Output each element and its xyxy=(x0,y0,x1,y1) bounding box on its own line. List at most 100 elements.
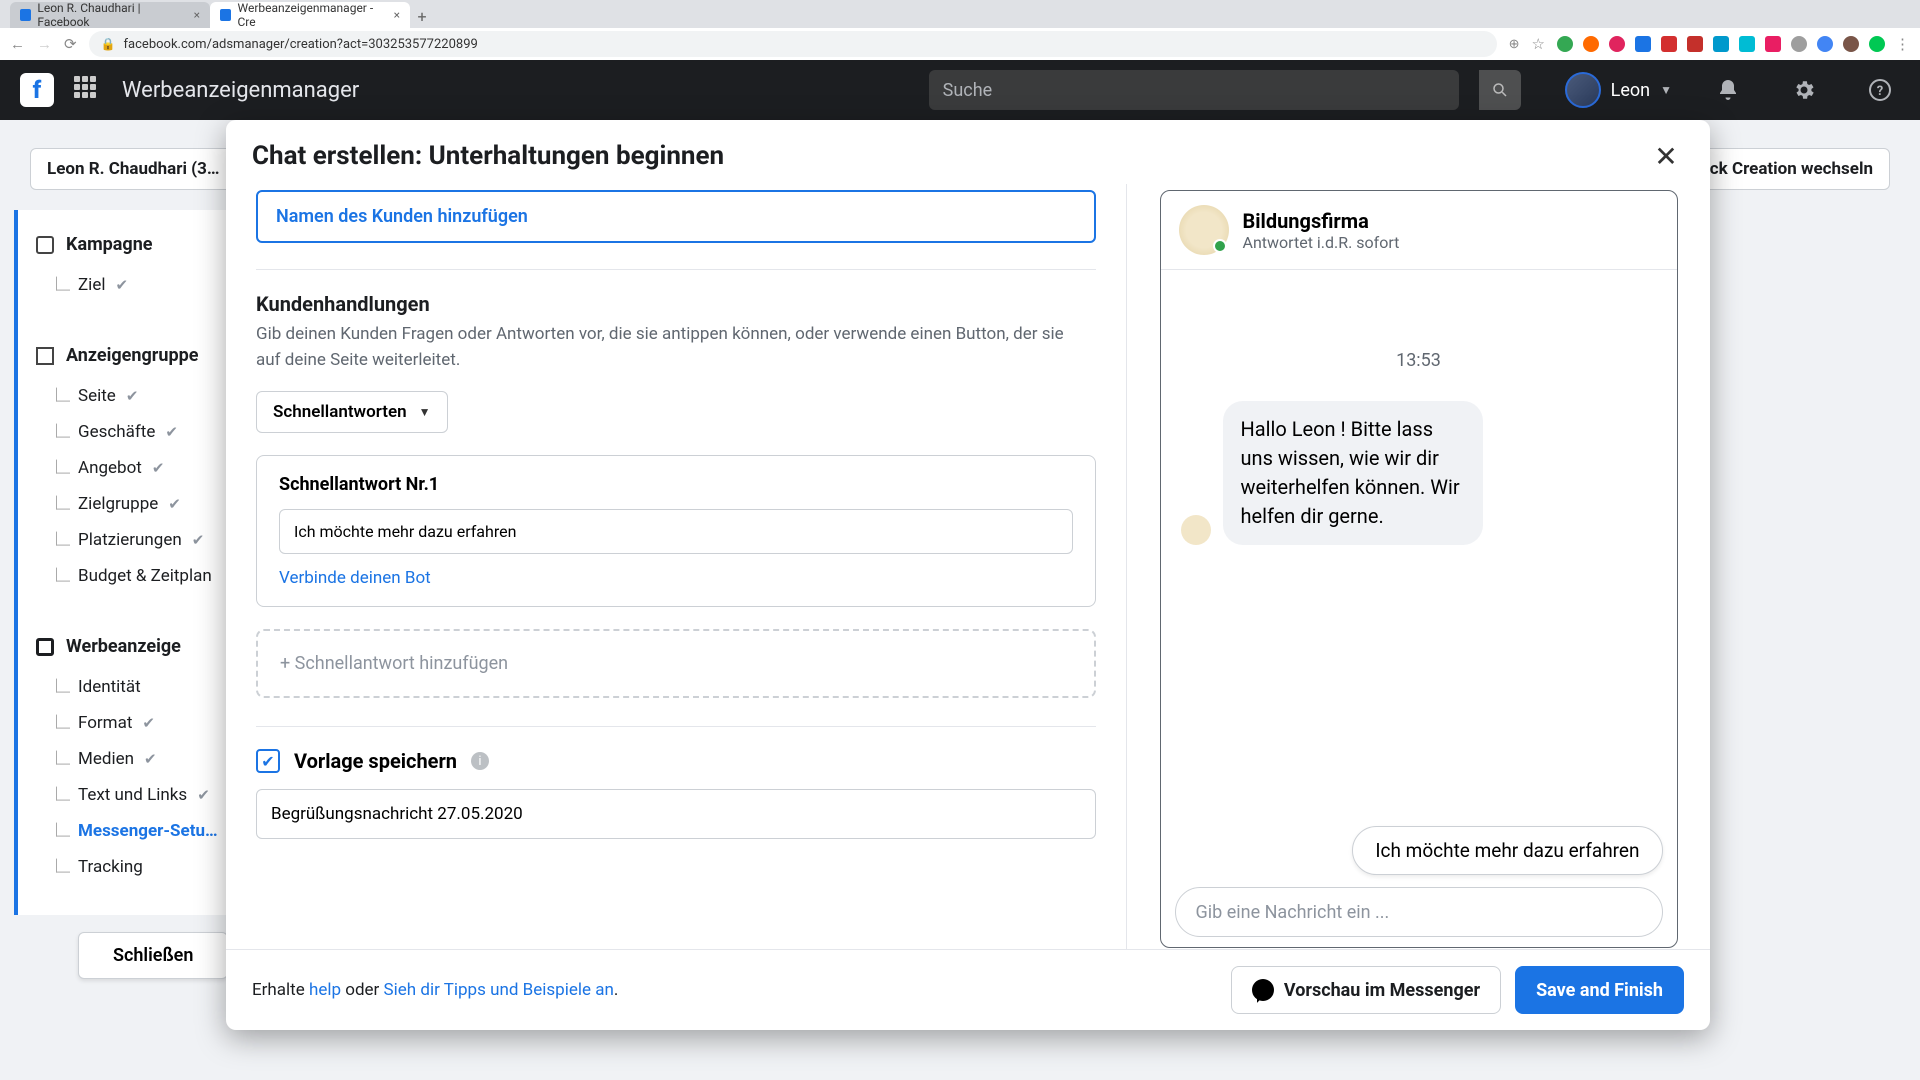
nav-label: Medien xyxy=(78,749,134,769)
switch-creation-button[interactable]: …ck Creation wechseln xyxy=(1680,148,1890,190)
extension-icon[interactable] xyxy=(1661,36,1677,52)
help-link[interactable]: help xyxy=(309,980,341,1000)
help-suffix: . xyxy=(614,980,618,1000)
user-name: Leon xyxy=(1611,80,1650,101)
connect-bot-link[interactable]: Verbinde deinen Bot xyxy=(279,568,1073,588)
tips-link[interactable]: Sieh dir Tipps und Beispiele an xyxy=(384,980,614,1000)
timestamp: 13:53 xyxy=(1181,350,1657,371)
preview-panel: Bildungsfirma Antwortet i.d.R. sofort 13… xyxy=(1126,184,1710,949)
help-mid: oder xyxy=(341,980,384,1000)
extension-icon[interactable] xyxy=(1843,36,1859,52)
extension-icon[interactable] xyxy=(1557,36,1573,52)
close-button[interactable]: Schließen xyxy=(78,932,228,979)
tab-bar: Leon R. Chaudhari | Facebook × Werbeanze… xyxy=(0,0,1920,28)
url-input[interactable]: 🔒 facebook.com/adsmanager/creation?act=3… xyxy=(89,31,1497,57)
modal-footer: Erhalte help oder Sieh dir Tipps und Bei… xyxy=(226,949,1710,1030)
user-menu[interactable]: Leon ▼ xyxy=(1565,72,1672,108)
extension-icon[interactable] xyxy=(1635,36,1651,52)
new-tab-button[interactable]: + xyxy=(410,4,434,28)
online-dot-icon xyxy=(1213,239,1227,253)
settings-icon[interactable] xyxy=(1784,70,1824,110)
add-customer-name-label: Namen des Kunden hinzufügen xyxy=(276,206,528,227)
back-icon[interactable]: ← xyxy=(10,35,25,53)
preview-messenger-button[interactable]: Vorschau im Messenger xyxy=(1231,966,1501,1014)
browser-tab-0[interactable]: Leon R. Chaudhari | Facebook × xyxy=(10,2,210,28)
browser-chrome: Leon R. Chaudhari | Facebook × Werbeanze… xyxy=(0,0,1920,60)
address-bar: ← → ⟳ 🔒 facebook.com/adsmanager/creation… xyxy=(0,28,1920,60)
compose-input[interactable]: Gib eine Nachricht ein ... xyxy=(1175,887,1663,937)
star-icon[interactable]: ☆ xyxy=(1532,35,1545,53)
tab-title: Leon R. Chaudhari | Facebook xyxy=(37,1,187,29)
browser-tab-1[interactable]: Werbeanzeigenmanager - Cre × xyxy=(210,2,410,28)
nav-label: Geschäfte xyxy=(78,422,155,442)
extension-icon[interactable] xyxy=(1609,36,1625,52)
save-and-finish-button[interactable]: Save and Finish xyxy=(1515,966,1684,1014)
forward-icon[interactable]: → xyxy=(37,35,52,53)
close-icon[interactable]: ✕ xyxy=(1648,138,1684,174)
search-icon[interactable] xyxy=(1479,70,1521,110)
extension-icon[interactable] xyxy=(1583,36,1599,52)
template-name-input[interactable] xyxy=(256,789,1096,839)
preview-body: 13:53 Hallo Leon ! Bitte lass uns wissen… xyxy=(1161,270,1677,947)
messenger-preview: Bildungsfirma Antwortet i.d.R. sofort 13… xyxy=(1160,190,1678,948)
add-quick-reply-label: + Schnellantwort hinzufügen xyxy=(280,653,508,674)
reload-icon[interactable]: ⟳ xyxy=(64,35,77,53)
close-icon[interactable]: × xyxy=(194,8,200,22)
extension-icon[interactable] xyxy=(1687,36,1703,52)
check-icon: ✔ xyxy=(115,276,128,294)
facebook-logo-icon[interactable]: f xyxy=(20,73,54,107)
dropdown-label: Schnellantworten xyxy=(273,402,407,422)
help-icon[interactable]: ? xyxy=(1860,70,1900,110)
save-template-checkbox[interactable]: ✔ xyxy=(256,749,280,773)
adset-icon xyxy=(36,347,54,365)
nav-label: Tracking xyxy=(78,857,143,877)
add-quick-reply-button[interactable]: + Schnellantwort hinzufügen xyxy=(256,629,1096,698)
check-icon: ✔ xyxy=(126,387,139,405)
extension-icon[interactable] xyxy=(1869,36,1885,52)
nav-label: Angebot xyxy=(78,458,142,478)
extension-icon[interactable] xyxy=(1817,36,1833,52)
modal-header: Chat erstellen: Unterhaltungen beginnen … xyxy=(226,120,1710,184)
preview-header: Bildungsfirma Antwortet i.d.R. sofort xyxy=(1161,191,1677,270)
check-icon: ✔ xyxy=(168,495,181,513)
nav-label: Text und Links xyxy=(78,785,187,805)
quick-reply-input[interactable] xyxy=(279,509,1073,554)
search-input[interactable]: Suche xyxy=(929,70,1459,110)
extension-icon[interactable] xyxy=(1713,36,1729,52)
brand-subtitle: Antwortet i.d.R. sofort xyxy=(1243,233,1400,252)
add-customer-name-button[interactable]: Namen des Kunden hinzufügen xyxy=(256,190,1096,243)
notifications-icon[interactable] xyxy=(1708,70,1748,110)
app-title: Werbeanzeigenmanager xyxy=(122,78,359,103)
messenger-icon xyxy=(1252,979,1274,1001)
save-template-label: Vorlage speichern xyxy=(294,749,457,773)
menu-icon[interactable]: ⋮ xyxy=(1895,35,1910,53)
ad-icon xyxy=(36,638,54,656)
zoom-icon[interactable]: ⊕ xyxy=(1509,37,1520,52)
extension-icon[interactable] xyxy=(1765,36,1781,52)
avatar xyxy=(1565,72,1601,108)
apps-grid-icon[interactable] xyxy=(74,76,102,104)
quick-reply-chip[interactable]: Ich möchte mehr dazu erfahren xyxy=(1352,826,1662,875)
brand-avatar xyxy=(1179,205,1229,255)
extension-icon[interactable] xyxy=(1791,36,1807,52)
url-text: facebook.com/adsmanager/creation?act=303… xyxy=(124,37,478,52)
nav-title: Kampagne xyxy=(66,234,153,255)
close-icon[interactable]: × xyxy=(394,8,400,22)
nav-title: Werbeanzeige xyxy=(66,636,181,657)
divider xyxy=(256,269,1096,270)
extension-icons: ⋮ xyxy=(1557,35,1910,53)
nav-title: Anzeigengruppe xyxy=(66,345,198,366)
info-icon[interactable]: i xyxy=(471,752,489,770)
chevron-down-icon: ▼ xyxy=(419,405,431,419)
reply-type-dropdown[interactable]: Schnellantworten ▼ xyxy=(256,391,448,433)
close-label: Schließen xyxy=(113,945,193,966)
extension-icon[interactable] xyxy=(1739,36,1755,52)
save-btn-label: Save and Finish xyxy=(1536,980,1663,1001)
preview-btn-label: Vorschau im Messenger xyxy=(1284,980,1480,1001)
nav-label: Ziel xyxy=(78,275,105,295)
mini-avatar xyxy=(1181,515,1211,545)
modal-body: Namen des Kunden hinzufügen Kundenhandlu… xyxy=(226,184,1710,949)
tab-title: Werbeanzeigenmanager - Cre xyxy=(237,1,387,29)
account-selector[interactable]: Leon R. Chaudhari (3… xyxy=(30,148,236,190)
chat-create-modal: Chat erstellen: Unterhaltungen beginnen … xyxy=(226,120,1710,1030)
